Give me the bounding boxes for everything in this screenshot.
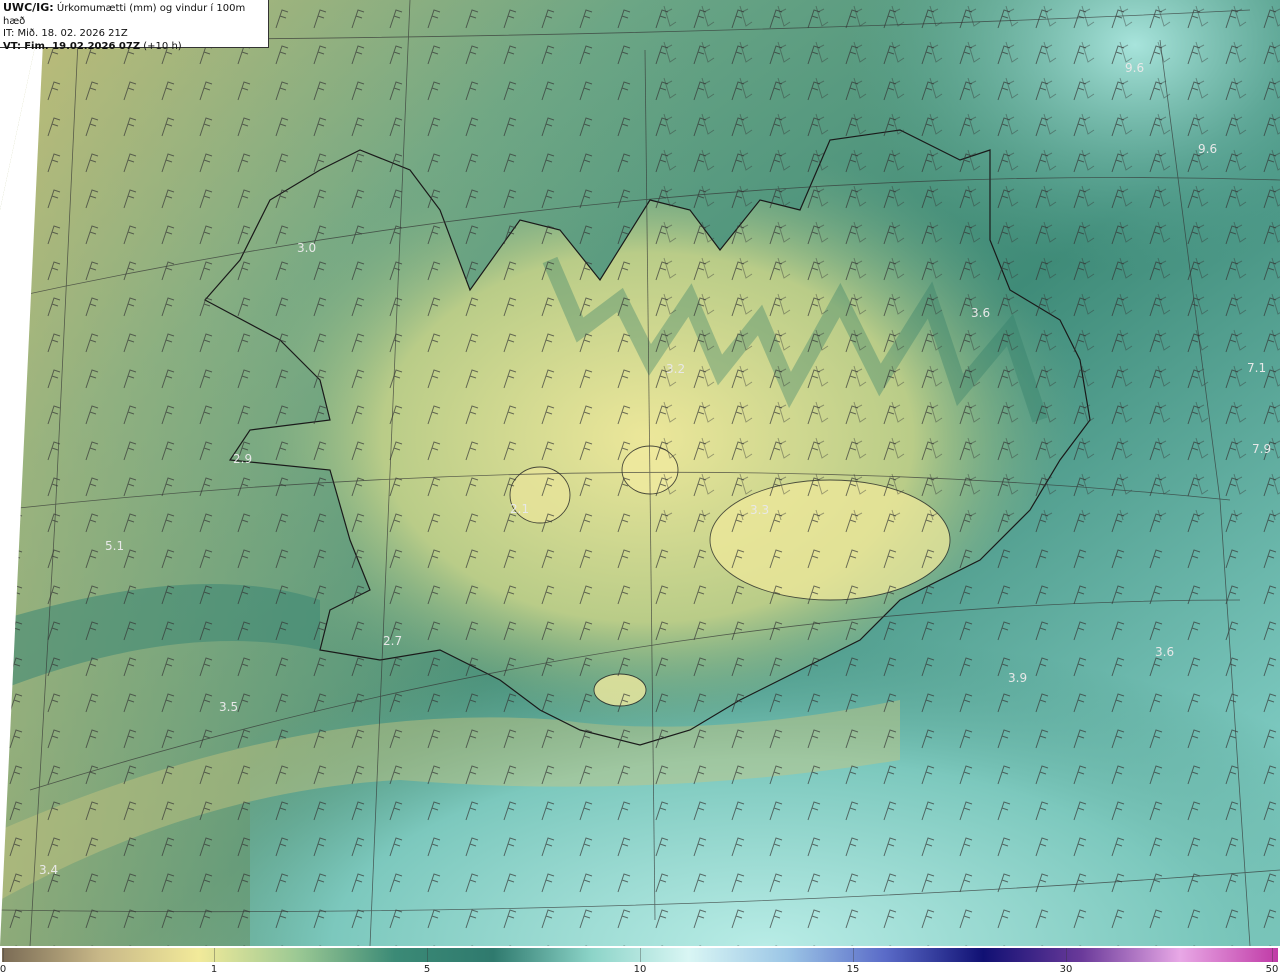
value-label-snaefellsnes: 2.9 (233, 452, 252, 466)
colorbar-tick-label: 0 (0, 964, 7, 975)
colorbar-tick-mark (640, 948, 641, 962)
colorbar-tick-label: 30 (1059, 964, 1073, 975)
value-label-northeast-sea: 9.6 (1125, 61, 1144, 75)
colorbar-tick-mark (1272, 948, 1273, 962)
colorbar-tick-label: 15 (846, 964, 860, 975)
value-label-north: 3.2 (666, 362, 685, 376)
precipitation-map: 3.0 3.2 3.6 7.1 7.9 9.6 9.6 2.9 5.1 2.1 3.3 2.7 3.5 3… (0, 0, 1280, 946)
colorbar-legend: 0 1 5 10 15 30 50 (0, 946, 1280, 978)
init-time: IT: Mið. 18. 02. 2026 21Z (3, 28, 128, 39)
value-label-south-sea: 3.4 (39, 863, 58, 877)
value-label-far-northeast: 9.6 (1198, 142, 1217, 156)
product-name: UWC/IG: (3, 1, 54, 14)
colorbar-tick-mark (1066, 948, 1067, 962)
value-label-southeast-sea-2: 3.6 (1155, 645, 1174, 659)
value-label-langjokull: 2.1 (510, 502, 529, 516)
value-label-southeast-sea: 3.9 (1008, 671, 1027, 685)
colorbar-tick-label: 1 (210, 964, 218, 975)
map-title-box: UWC/IG: Úrkomumætti (mm) og vindur í 100… (0, 0, 269, 52)
value-label-southwest-sea: 3.5 (219, 700, 238, 714)
colorbar-tick-label: 5 (423, 964, 431, 975)
colorbar-tick-label: 10 (633, 964, 647, 975)
colorbar-tick-mark (853, 948, 854, 962)
colorbar-tick-mark (3, 948, 4, 962)
colorbar-tick-mark (214, 948, 215, 962)
value-label-east-sea: 7.1 (1247, 361, 1266, 375)
valid-time: Fim. 19.02.2026 07Z (24, 40, 141, 52)
value-label-west-sea: 5.1 (105, 539, 124, 553)
value-label-east-sea-2: 7.9 (1252, 442, 1271, 456)
value-label-vatnajokull: 3.3 (750, 503, 769, 517)
colorbar-tick-mark (427, 948, 428, 962)
value-label-westfjords: 3.0 (297, 241, 316, 255)
colorbar-tick-label: 50 (1265, 964, 1279, 975)
value-label-reykjanes: 2.7 (383, 634, 402, 648)
lead-time: (+10 h) (143, 40, 182, 52)
valid-label: VT: (3, 40, 22, 52)
value-label-northeast: 3.6 (971, 306, 990, 320)
